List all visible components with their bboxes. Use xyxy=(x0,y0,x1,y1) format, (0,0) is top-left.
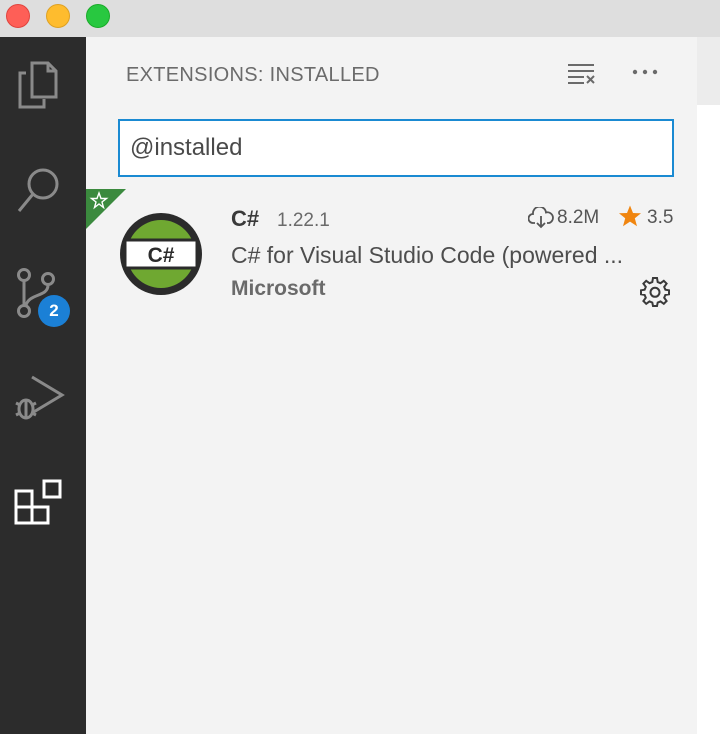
extensions-icon[interactable] xyxy=(8,475,68,535)
svg-text:C#: C# xyxy=(148,244,175,267)
rating-value: 3.5 xyxy=(647,207,674,228)
close-window-button[interactable] xyxy=(6,4,30,28)
activity-bar: 2 xyxy=(0,37,86,734)
more-actions-icon[interactable] xyxy=(630,57,660,87)
extension-item-csharp[interactable]: C# C# 1.22.1 8.2M 3.5 C# for Visual Stud… xyxy=(86,189,697,307)
extensions-search-input[interactable]: @installed xyxy=(118,119,674,177)
editor-area xyxy=(697,37,720,734)
download-cloud-icon xyxy=(527,205,554,229)
zoom-window-button[interactable] xyxy=(86,4,110,28)
extension-description: C# for Visual Studio Code (powered ... xyxy=(231,242,624,268)
search-icon[interactable] xyxy=(8,161,68,221)
run-debug-icon[interactable] xyxy=(8,369,68,429)
extension-name: C# xyxy=(231,206,260,231)
extension-publisher: Microsoft xyxy=(231,277,326,300)
extensions-sidebar: EXTENSIONS: INSTALLED @installed C# C# 1… xyxy=(86,37,697,734)
editor-tab-bar xyxy=(697,37,720,105)
panel-title: EXTENSIONS: INSTALLED xyxy=(126,64,380,86)
extension-version: 1.22.1 xyxy=(277,210,330,231)
csharp-logo-icon: C# xyxy=(118,211,204,297)
manage-gear-icon[interactable] xyxy=(639,275,671,307)
clear-extensions-icon[interactable] xyxy=(566,61,596,87)
rating-star-icon xyxy=(618,204,642,228)
title-bar xyxy=(0,0,720,37)
source-control-badge: 2 xyxy=(38,295,70,327)
minimize-window-button[interactable] xyxy=(46,4,70,28)
download-count: 8.2M xyxy=(557,207,600,228)
files-icon[interactable] xyxy=(8,55,68,115)
